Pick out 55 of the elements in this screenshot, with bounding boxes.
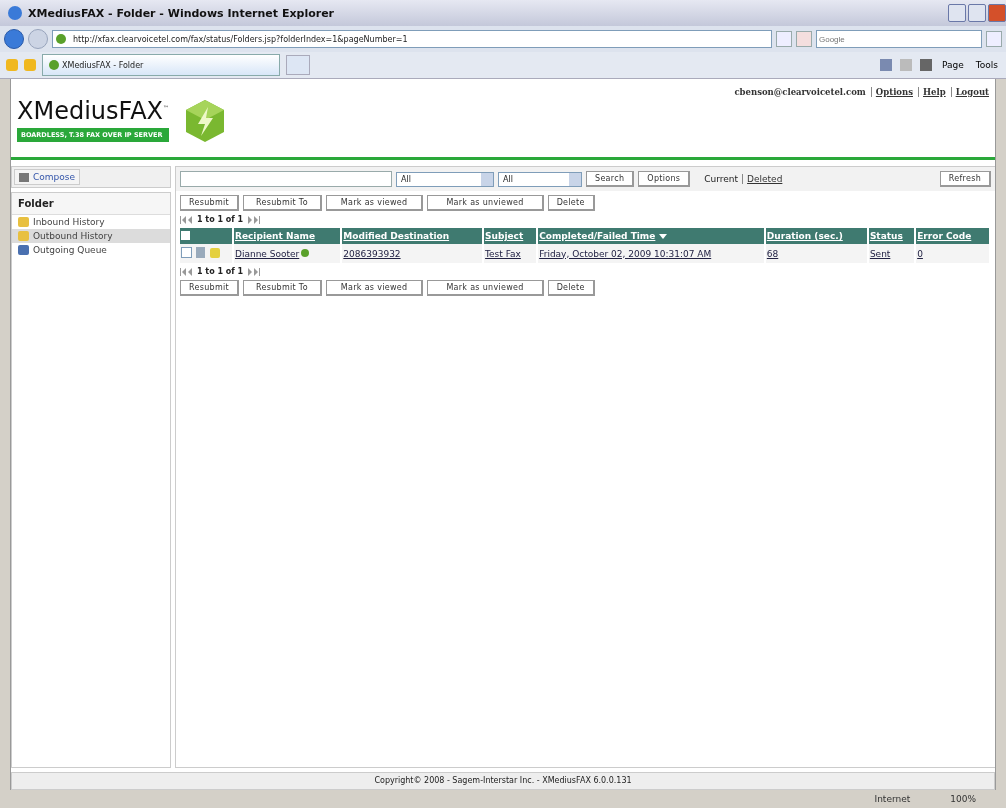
maximize-button[interactable] [968, 4, 986, 22]
folder-item[interactable]: Outgoing Queue [12, 243, 170, 257]
globe-icon [8, 6, 22, 20]
new-tab-button[interactable] [286, 55, 310, 75]
folder-title: Folder [12, 193, 170, 215]
logo-text: XMediusFAX$^{™}$ [17, 96, 169, 124]
action-button[interactable]: Mark as unviewed [427, 280, 544, 296]
action-button[interactable]: Mark as unviewed [427, 195, 544, 211]
search-field[interactable]: Google [816, 30, 982, 48]
back-button[interactable] [4, 29, 24, 49]
status-icon [301, 248, 310, 257]
table-cell-link[interactable]: 68 [766, 248, 779, 259]
action-button[interactable]: Mark as viewed [325, 195, 424, 211]
minimize-button[interactable] [948, 4, 966, 22]
menu-button[interactable]: Page [940, 60, 966, 70]
address-field[interactable]: http://xfax.clearvoicetel.com/fax/status/Folders.jsp?folderIndex=1&pageNumber=1 [52, 30, 772, 48]
table-cell-link[interactable]: 0 [917, 248, 923, 259]
select-all-checkbox[interactable] [181, 230, 190, 240]
header-link[interactable]: Options [870, 87, 913, 97]
filter-select[interactable]: All [498, 171, 582, 187]
action-button[interactable]: Resubmit [180, 195, 239, 211]
filter-select[interactable]: All [396, 171, 494, 187]
filter-button[interactable]: Search [586, 171, 635, 187]
action-button[interactable]: Delete [547, 195, 595, 211]
user-email: cbenson@clearvoicetel.com [734, 87, 866, 97]
row-checkbox[interactable] [181, 247, 192, 258]
page-count: 1 to 1 of 1 [197, 215, 244, 224]
browser-tab[interactable]: XMediusFAX - Folder [42, 54, 280, 76]
cube-logo-icon [185, 99, 225, 143]
zoom-label[interactable]: 100% [950, 794, 976, 804]
compose-button[interactable]: Compose [14, 169, 80, 185]
first-prev-icon[interactable] [180, 215, 194, 224]
next-last-icon[interactable] [246, 215, 261, 224]
action-button[interactable]: Mark as viewed [325, 280, 424, 296]
window-title: XMediusFAX - Folder - Windows Internet Explorer [28, 6, 335, 20]
footer: Copyright© 2008 - Sagem-Interstar Inc. - XMediusFAX 6.0.0.131 [11, 772, 995, 790]
view-link[interactable]: Current [704, 174, 739, 184]
view-link[interactable]: Deleted [742, 174, 783, 184]
action-button[interactable]: Resubmit [180, 280, 239, 296]
filter-button[interactable]: Options [638, 171, 691, 187]
action-button[interactable]: Delete [547, 280, 595, 296]
folder-item[interactable]: Outbound History [12, 229, 170, 243]
site-icon [56, 34, 66, 44]
refresh-button[interactable]: Refresh [939, 171, 991, 187]
menu-button[interactable]: Tools [973, 60, 1000, 70]
header-link[interactable]: Logout [950, 87, 989, 97]
next-last-icon[interactable] [246, 267, 261, 276]
folder-item[interactable]: Inbound History [12, 215, 170, 229]
first-prev-icon[interactable] [180, 267, 194, 276]
zone-label: Internet [874, 794, 911, 804]
page-count: 1 to 1 of 1 [197, 267, 244, 276]
header-link[interactable]: Help [918, 87, 946, 97]
action-button[interactable]: Resubmit To [243, 280, 322, 296]
search-input[interactable] [180, 171, 392, 187]
action-button[interactable]: Resubmit To [243, 195, 322, 211]
